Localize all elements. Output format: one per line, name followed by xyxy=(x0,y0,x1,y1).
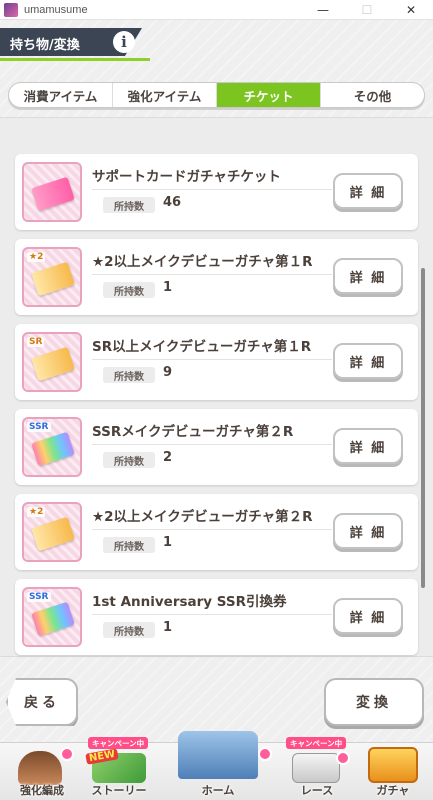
ticket-thumbnail: SR xyxy=(22,332,82,392)
detail-button[interactable]: 詳 細 xyxy=(333,428,403,464)
thumb-rarity-tag: SSR xyxy=(27,422,51,432)
ticket-thumbnail: SSR xyxy=(22,587,82,647)
ticket-thumbnail: ★2 xyxy=(22,502,82,562)
thumb-rarity-tag: ★2 xyxy=(27,507,46,517)
window-titlebar: umamusume — ☐ ✕ xyxy=(0,0,433,20)
nav-label: ガチャ xyxy=(376,784,410,797)
count-value: 9 xyxy=(163,365,173,380)
thumb-rarity-tag: SR xyxy=(27,337,45,347)
nav-label: レース xyxy=(300,784,334,797)
ticket-thumbnail: SSR xyxy=(22,417,82,477)
nav-item-gacha[interactable]: ガチャ xyxy=(356,743,430,800)
race-gate-icon xyxy=(292,753,340,783)
window-title: umamusume xyxy=(24,3,88,16)
item-name: ★2以上メイクデビューガチャ第２R xyxy=(92,505,332,530)
ticket-icon xyxy=(31,176,75,212)
count-label: 所持数 xyxy=(103,197,155,213)
thumb-rarity-tag: SSR xyxy=(27,592,51,602)
bottom-nav: 強化編成 キャンペーン中 NEW ストーリー ホーム キャンペーン中 レース ガ… xyxy=(0,731,433,800)
notification-dot xyxy=(258,747,272,761)
info-icon[interactable]: i xyxy=(113,31,135,53)
ticket-icon xyxy=(31,346,75,382)
ticket-icon xyxy=(31,601,75,637)
nav-item-enhance[interactable]: 強化編成 xyxy=(4,743,80,800)
count-label: 所持数 xyxy=(103,282,155,298)
tab-consumables[interactable]: 消費アイテム xyxy=(9,83,113,107)
window-controls: — ☐ ✕ xyxy=(301,0,433,20)
exchange-button[interactable]: 変換 xyxy=(324,678,424,726)
item-name: SSRメイクデビューガチャ第２R xyxy=(92,420,332,445)
page-title: 持ち物/変換 xyxy=(10,38,80,53)
list-item: SSR 1st Anniversary SSR引換券 所持数 1 詳 細 xyxy=(15,579,418,655)
detail-button[interactable]: 詳 細 xyxy=(333,343,403,379)
list-scrollbar[interactable] xyxy=(421,268,425,588)
count-value: 46 xyxy=(163,195,182,210)
category-tabs: 消費アイテム 強化アイテム チケット その他 xyxy=(8,82,425,108)
ticket-thumbnail: ★2 xyxy=(22,247,82,307)
nav-label: ホーム xyxy=(201,784,235,797)
list-item: SSR SSRメイクデビューガチャ第２R 所持数 2 詳 細 xyxy=(15,409,418,485)
detail-button[interactable]: 詳 細 xyxy=(333,513,403,549)
item-name: ★2以上メイクデビューガチャ第１R xyxy=(92,250,332,275)
gacha-gate-icon xyxy=(368,747,418,783)
ticket-thumbnail xyxy=(22,162,82,222)
back-button[interactable]: 戻る xyxy=(6,678,78,726)
detail-button[interactable]: 詳 細 xyxy=(333,173,403,209)
app-icon xyxy=(4,2,18,17)
nav-item-race[interactable]: キャンペーン中 レース xyxy=(280,737,354,800)
home-building-icon xyxy=(178,731,258,779)
minimize-button[interactable]: — xyxy=(301,0,345,20)
list-item: ★2 ★2以上メイクデビューガチャ第１R 所持数 1 詳 細 xyxy=(15,239,418,315)
item-name: 1st Anniversary SSR引換券 xyxy=(92,590,332,615)
ticket-list[interactable]: サポートカードガチャチケット 所持数 46 詳 細 ★2 ★2以上メイクデビュー… xyxy=(0,117,433,657)
list-item: ★2 ★2以上メイクデビューガチャ第２R 所持数 1 詳 細 xyxy=(15,494,418,570)
list-item: サポートカードガチャチケット 所持数 46 詳 細 xyxy=(15,154,418,230)
notification-dot xyxy=(60,747,74,761)
nav-item-story[interactable]: キャンペーン中 NEW ストーリー xyxy=(82,737,156,800)
ticket-icon xyxy=(31,431,75,467)
count-label: 所持数 xyxy=(103,537,155,553)
tab-tickets[interactable]: チケット xyxy=(217,83,321,107)
notification-dot xyxy=(336,751,350,765)
campaign-badge: キャンペーン中 xyxy=(286,737,347,749)
close-button[interactable]: ✕ xyxy=(389,0,433,20)
count-label: 所持数 xyxy=(103,622,155,638)
campaign-badge: キャンペーン中 xyxy=(88,737,149,749)
header-accent-stripe xyxy=(0,58,150,61)
nav-label: 強化編成 xyxy=(20,784,64,797)
tab-other[interactable]: その他 xyxy=(321,83,424,107)
count-value: 2 xyxy=(163,450,173,465)
ticket-icon xyxy=(31,516,75,552)
tab-enhancement[interactable]: 強化アイテム xyxy=(113,83,217,107)
detail-button[interactable]: 詳 細 xyxy=(333,598,403,634)
nav-label: ストーリー xyxy=(91,784,147,797)
detail-button[interactable]: 詳 細 xyxy=(333,258,403,294)
count-value: 1 xyxy=(163,535,173,550)
list-item: SR SR以上メイクデビューガチャ第１R 所持数 9 詳 細 xyxy=(15,324,418,400)
count-value: 1 xyxy=(163,620,173,635)
thumb-rarity-tag: ★2 xyxy=(27,252,46,262)
item-name: サポートカードガチャチケット xyxy=(92,165,332,190)
ticket-icon xyxy=(31,261,75,297)
maximize-button: ☐ xyxy=(361,3,373,17)
item-name: SR以上メイクデビューガチャ第１R xyxy=(92,335,332,360)
character-icon xyxy=(18,751,62,785)
count-label: 所持数 xyxy=(103,367,155,383)
nav-item-home[interactable]: ホーム xyxy=(160,731,276,800)
count-label: 所持数 xyxy=(103,452,155,468)
game-screen: 持ち物/変換 i 消費アイテム 強化アイテム チケット その他 サポートカードガ… xyxy=(0,20,433,800)
count-value: 1 xyxy=(163,280,173,295)
